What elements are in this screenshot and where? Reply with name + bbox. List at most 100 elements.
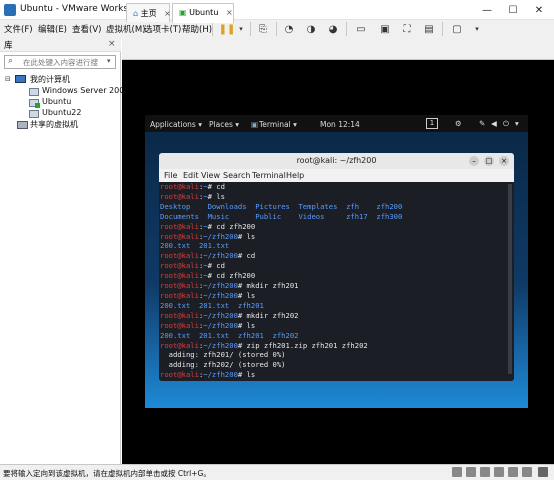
menu-edit[interactable]: 编辑(E) <box>38 23 67 35</box>
terminal-line: 200.txt 201.txt zfh201 zfh202 <box>160 331 513 341</box>
unity-icon[interactable]: ▤ <box>420 21 438 37</box>
maximize-button[interactable]: ☐ <box>500 0 526 20</box>
sound-icon[interactable] <box>508 467 518 477</box>
shared-vms-icon <box>17 121 28 129</box>
fullscreen-toggle-icon[interactable] <box>538 467 548 477</box>
tab-home[interactable]: ⌂ 主页 × <box>126 3 171 22</box>
tree-item-windows-server[interactable]: Windows Server 2003 <box>42 86 129 95</box>
clock[interactable]: Mon 12:14 <box>320 120 360 129</box>
applications-menu[interactable]: Applications ▾ <box>150 120 202 129</box>
terminal-text: 200.txt 201.txt zfh201 zfh202 <box>160 330 299 340</box>
terminal-text: Desktop Downloads Pictures Templates zfh… <box>160 201 403 211</box>
terminal-text: root@kali <box>160 370 199 380</box>
terminal-window[interactable]: root@kali: ~/zfh200 – □ × File Edit View… <box>159 153 514 381</box>
status-text: 要将输入定向到该虚拟机，请在虚拟机内部单击或按 Ctrl+G。 <box>3 469 211 478</box>
tab-ubuntu[interactable]: ▣ Ubuntu × <box>172 3 234 23</box>
console-view-icon[interactable]: ▢ <box>448 21 466 37</box>
terminal-scrollbar[interactable] <box>508 184 512 374</box>
terminal-text: 200.txt 201.txt zfh201 <box>160 300 264 310</box>
close-icon[interactable]: × <box>499 156 509 166</box>
terminal-line: root@kali:~/zfh200# mkdir zfh201 <box>160 281 513 291</box>
terminal-text: root@kali <box>160 310 199 320</box>
terminal-line: 200.txt 201.txt zfh201 zfh201.zip zfh202 <box>160 380 513 381</box>
terminal-title: root@kali: ~/zfh200 <box>159 153 514 169</box>
tree-item-ubuntu[interactable]: Ubuntu <box>42 97 71 106</box>
chevron-down-icon[interactable]: ▾ <box>515 119 519 128</box>
terminal-text: zfh201.zip <box>273 380 316 381</box>
terminal-text: ~/zfh200 <box>203 310 238 320</box>
revert-snapshot-icon[interactable]: ◑ <box>302 21 320 37</box>
network-icon[interactable]: ⚙ <box>455 119 462 128</box>
cdrom-icon[interactable] <box>466 467 476 477</box>
toolbar-separator <box>250 22 251 36</box>
pen-icon[interactable]: ✎ <box>479 119 485 128</box>
terminal-menu-search[interactable]: Search <box>223 171 250 180</box>
computer-icon <box>15 75 26 83</box>
tree-my-computer[interactable]: 我的计算机 <box>30 74 70 85</box>
close-tab-icon[interactable]: × <box>226 8 233 17</box>
terminal-text: # cd <box>207 261 225 271</box>
close-library-icon[interactable]: × <box>108 39 116 49</box>
menu-file[interactable]: 文件(F) <box>4 23 33 35</box>
terminal-menu-edit[interactable]: Edit <box>183 171 199 180</box>
fullscreen-icon[interactable]: ⛶ <box>398 21 416 37</box>
menu-tabs[interactable]: 选项卡(T) <box>144 23 181 35</box>
thumbnail-view-icon[interactable]: ▣ <box>376 21 394 37</box>
menu-view[interactable]: 查看(V) <box>72 23 101 35</box>
terminal-text: root@kali <box>160 261 199 271</box>
terminal-output[interactable]: root@kali:~# cd root@kali:~# ls Desktop Do… <box>159 182 514 381</box>
terminal-text: zfh202 <box>316 380 350 381</box>
send-ctrl-alt-del-icon[interactable]: ⎘ <box>254 21 272 37</box>
terminal-menu[interactable]: Terminal ▾ <box>259 120 297 129</box>
network-adapter-icon[interactable] <box>480 467 490 477</box>
terminal-line: root@kali:~/zfh200# ls <box>160 370 513 380</box>
workspace-indicator[interactable]: 1 <box>426 118 438 129</box>
terminal-text: adding: zfh202/ (stored 0%) <box>160 360 286 370</box>
terminal-text: root@kali <box>160 281 199 291</box>
terminal-menu-file[interactable]: File <box>164 171 177 180</box>
snapshot-icon[interactable]: ◔ <box>280 21 298 37</box>
power-icon[interactable]: ⏻ <box>503 119 509 129</box>
terminal-line: adding: zfh201/ (stored 0%) <box>160 350 513 360</box>
maximize-icon[interactable]: □ <box>484 156 494 166</box>
close-tab-icon[interactable]: × <box>164 9 171 18</box>
chevron-down-icon[interactable]: ▾ <box>107 57 111 65</box>
menu-help[interactable]: 帮助(H) <box>182 23 212 35</box>
toolbar-separator <box>442 22 443 36</box>
terminal-line: 200.txt 201.txt zfh201 <box>160 301 513 311</box>
close-button[interactable]: ✕ <box>526 0 552 20</box>
menu-vm[interactable]: 虚拟机(M) <box>106 23 145 35</box>
terminal-line: root@kali:~/zfh200# ls <box>160 291 513 301</box>
places-menu[interactable]: Places ▾ <box>209 120 239 129</box>
terminal-line: root@kali:~# cd <box>160 261 513 271</box>
collapse-icon[interactable]: ⊟ <box>5 75 11 83</box>
library-header: 库 <box>0 38 121 52</box>
snapshot-manager-icon[interactable]: ◕ <box>324 21 342 37</box>
chevron-down-icon[interactable]: ▾ <box>468 21 486 37</box>
tree-shared-vms[interactable]: 共享的虚拟机 <box>30 119 78 130</box>
search-input[interactable]: ⌕ 在此处键入内容进行搜 ▾ <box>4 55 116 69</box>
chevron-down-icon[interactable]: ▾ <box>232 21 250 37</box>
terminal-text: root@kali <box>160 290 199 300</box>
terminal-text: root@kali <box>160 231 199 241</box>
vmware-app-icon <box>4 4 16 16</box>
terminal-menu-help[interactable]: Help <box>286 171 304 180</box>
minimize-icon[interactable]: – <box>469 156 479 166</box>
terminal-menu-view[interactable]: View <box>201 171 220 180</box>
terminal-line: root@kali:~/zfh200# zip zfh201.zip zfh20… <box>160 341 513 351</box>
volume-icon[interactable]: ◀ <box>491 119 497 128</box>
terminal-text: 200.txt 201.txt <box>160 241 230 251</box>
terminal-app-icon: ▣ <box>251 120 259 129</box>
terminal-menu-terminal[interactable]: Terminal <box>252 171 286 180</box>
display-icon[interactable] <box>522 467 532 477</box>
terminal-text: # ls <box>207 191 225 201</box>
terminal-text: root@kali <box>160 320 199 330</box>
harddisk-icon[interactable] <box>452 467 462 477</box>
usb-icon[interactable] <box>494 467 504 477</box>
vm-tab-icon: ▣ <box>179 8 187 17</box>
search-icon: ⌕ <box>8 56 14 66</box>
terminal-text: root@kali <box>160 251 199 261</box>
minimize-button[interactable]: — <box>474 0 500 20</box>
library-view-icon[interactable]: ▭ <box>352 21 370 37</box>
tree-item-ubuntu22[interactable]: Ubuntu22 <box>42 108 81 117</box>
